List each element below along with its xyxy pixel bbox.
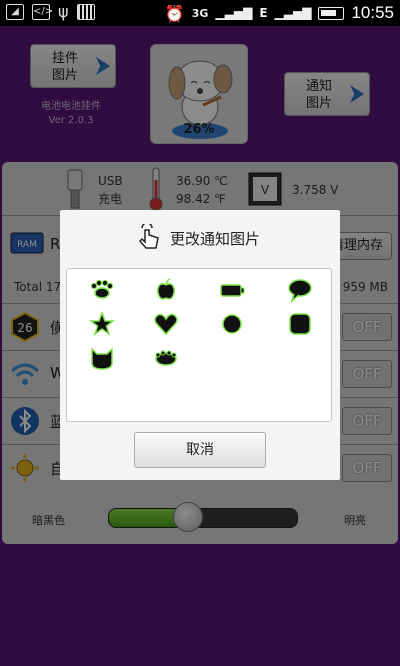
signal-card-icon: ◢	[6, 4, 24, 20]
star-icon[interactable]	[89, 311, 115, 337]
speech-bubble-icon[interactable]	[287, 277, 313, 303]
clock: 10:55	[351, 3, 394, 22]
battery-icon	[318, 6, 345, 20]
status-bar: ◢ </> ψ ⏰ 3G ▁▃▅▇ E ▁▃▅▇ 10:55	[0, 0, 400, 26]
notification-grid-icon	[76, 4, 95, 20]
network-e-label: E	[259, 6, 268, 20]
alarm-icon: ⏰	[164, 3, 185, 23]
paw-icon[interactable]	[89, 277, 115, 303]
signal-strength-2-icon: ▁▃▅▇	[274, 6, 312, 20]
network-3g-label: 3G	[191, 6, 209, 20]
usb-icon: ψ	[58, 2, 69, 21]
icon-grid	[66, 268, 332, 422]
battery-icon[interactable]	[219, 277, 245, 303]
signal-strength-icon: ▁▃▅▇	[215, 6, 253, 20]
rounded-square-icon[interactable]	[287, 311, 313, 337]
change-notification-image-dialog: 更改通知图片 取消	[60, 210, 340, 480]
heart-icon[interactable]	[153, 311, 179, 337]
dialog-title: 更改通知图片	[169, 230, 260, 248]
cancel-button[interactable]: 取消	[134, 432, 266, 468]
apple-icon[interactable]	[153, 277, 179, 303]
code-icon: </>	[32, 4, 53, 20]
gear-blob-icon[interactable]	[153, 345, 179, 371]
circle-icon[interactable]	[219, 311, 245, 337]
cat-head-icon[interactable]	[89, 345, 115, 371]
